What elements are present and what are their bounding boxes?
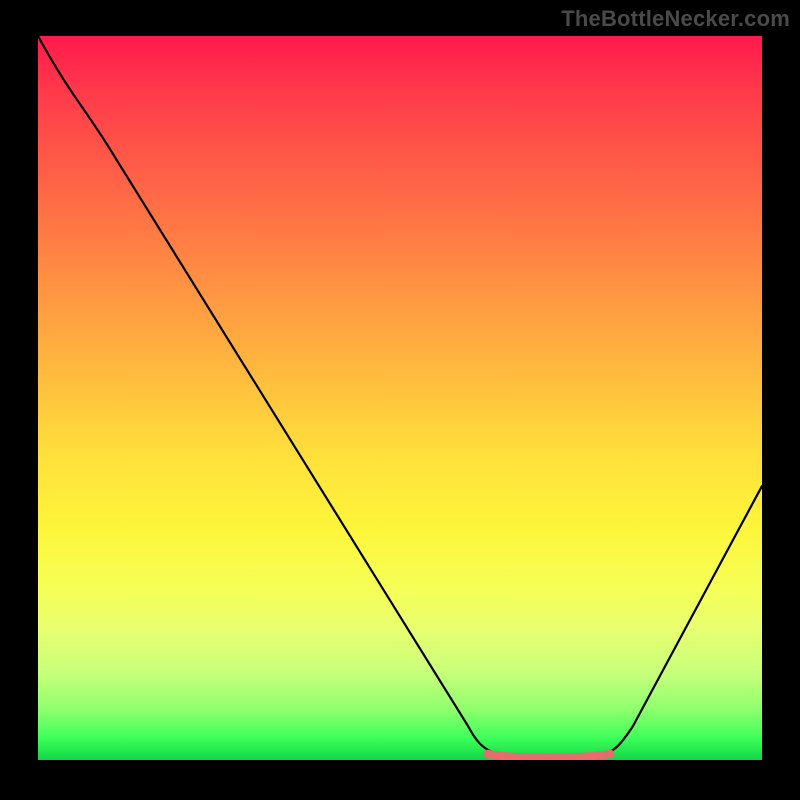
highlight-cap-right [606, 750, 615, 759]
curve-svg [38, 36, 762, 760]
bottleneck-curve [38, 36, 762, 758]
highlight-segment [488, 754, 610, 758]
highlight-cap-left [484, 750, 493, 759]
chart-container: TheBottleNecker.com [0, 0, 800, 800]
watermark-text: TheBottleNecker.com [561, 6, 790, 32]
